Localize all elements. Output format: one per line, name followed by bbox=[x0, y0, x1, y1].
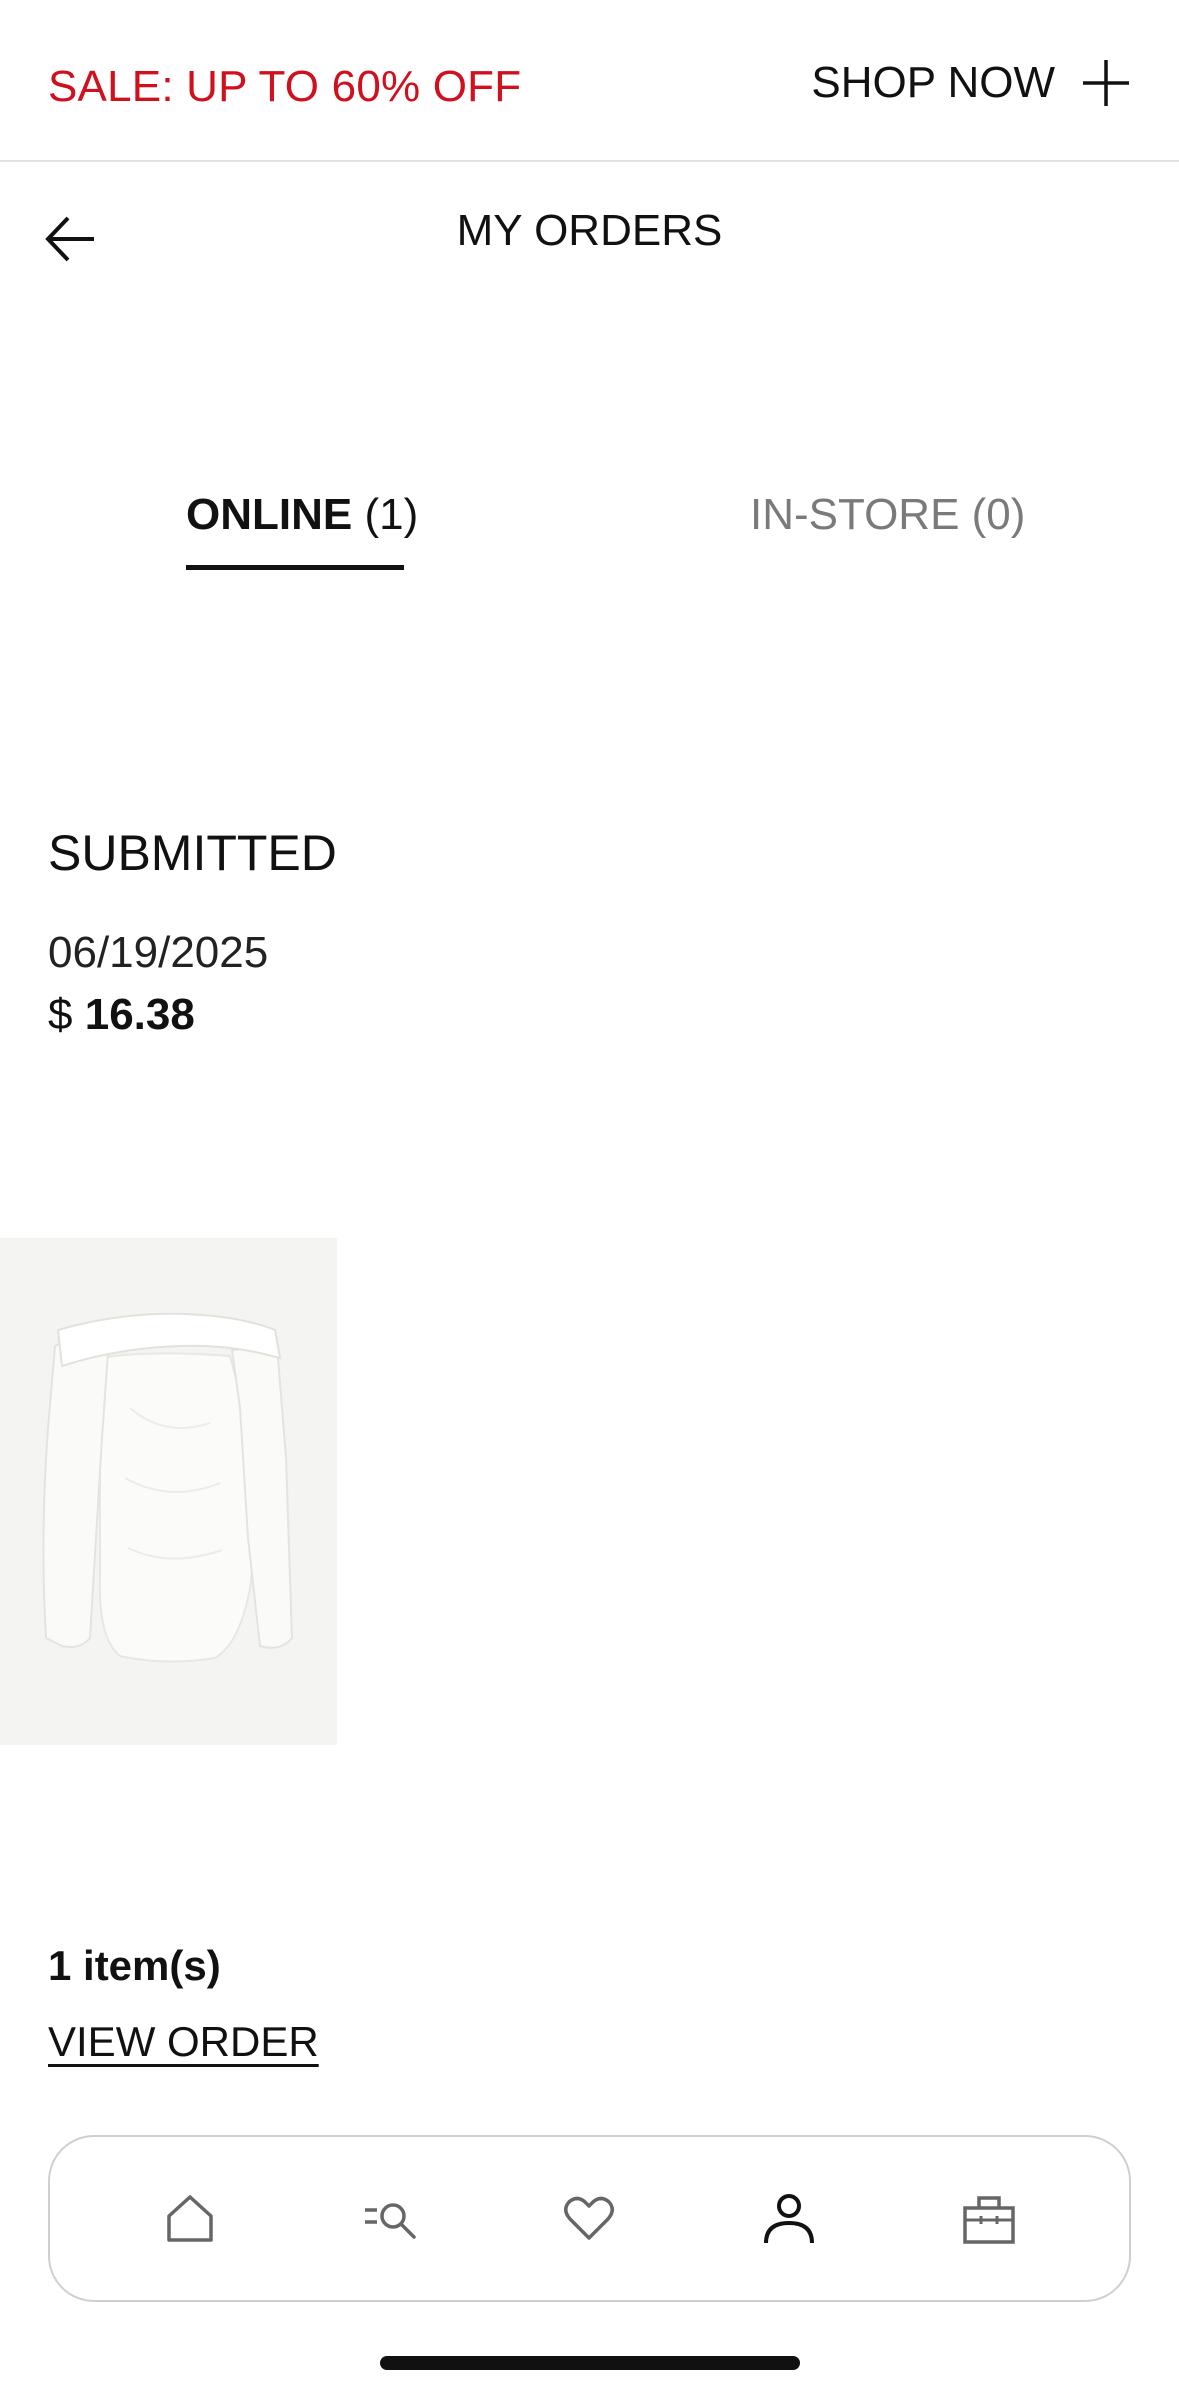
currency-symbol: $ bbox=[48, 990, 73, 1039]
plus-icon bbox=[1083, 60, 1129, 106]
product-image[interactable] bbox=[0, 1238, 337, 1745]
account-icon bbox=[764, 2193, 815, 2243]
tab-online-label: ONLINE bbox=[186, 490, 353, 539]
page-title: MY ORDERS bbox=[456, 206, 723, 255]
nav-favorites-button[interactable] bbox=[546, 2176, 632, 2262]
nav-bag-button[interactable] bbox=[946, 2176, 1032, 2262]
product-photo bbox=[0, 1238, 337, 1745]
promo-banner: SALE: UP TO 60% OFF SHOP NOW bbox=[0, 0, 1179, 162]
promo-text: SALE: UP TO 60% OFF bbox=[48, 62, 522, 111]
shopping-bag-icon bbox=[963, 2195, 1015, 2244]
nav-home-button[interactable] bbox=[147, 2176, 233, 2262]
order-status: SUBMITTED bbox=[48, 825, 337, 881]
bottom-nav-bar bbox=[48, 2135, 1131, 2302]
view-order-link[interactable]: VIEW ORDER bbox=[48, 2018, 319, 2066]
tab-online[interactable]: ONLINE (1) bbox=[186, 490, 418, 540]
home-icon bbox=[167, 2194, 213, 2242]
heart-icon bbox=[564, 2196, 615, 2240]
shop-now-button[interactable]: SHOP NOW bbox=[811, 58, 1131, 108]
nav-search-button[interactable] bbox=[347, 2176, 433, 2262]
order-total-amount: 16.38 bbox=[84, 990, 195, 1039]
menu-search-icon bbox=[364, 2202, 416, 2239]
item-count: 1 item(s) bbox=[48, 1942, 221, 1989]
active-tab-indicator bbox=[186, 565, 404, 570]
order-date: 06/19/2025 bbox=[48, 928, 269, 977]
tab-in-store[interactable]: IN-STORE (0) bbox=[750, 490, 1025, 540]
tab-online-count: (1) bbox=[364, 490, 419, 539]
nav-account-button[interactable] bbox=[746, 2176, 832, 2262]
order-total: $ 16.38 bbox=[48, 990, 195, 1040]
shop-now-label: SHOP NOW bbox=[811, 58, 1055, 107]
my-orders-screen: SALE: UP TO 60% OFF SHOP NOW MY ORDERS O… bbox=[0, 0, 1179, 2396]
home-indicator bbox=[380, 2356, 800, 2370]
